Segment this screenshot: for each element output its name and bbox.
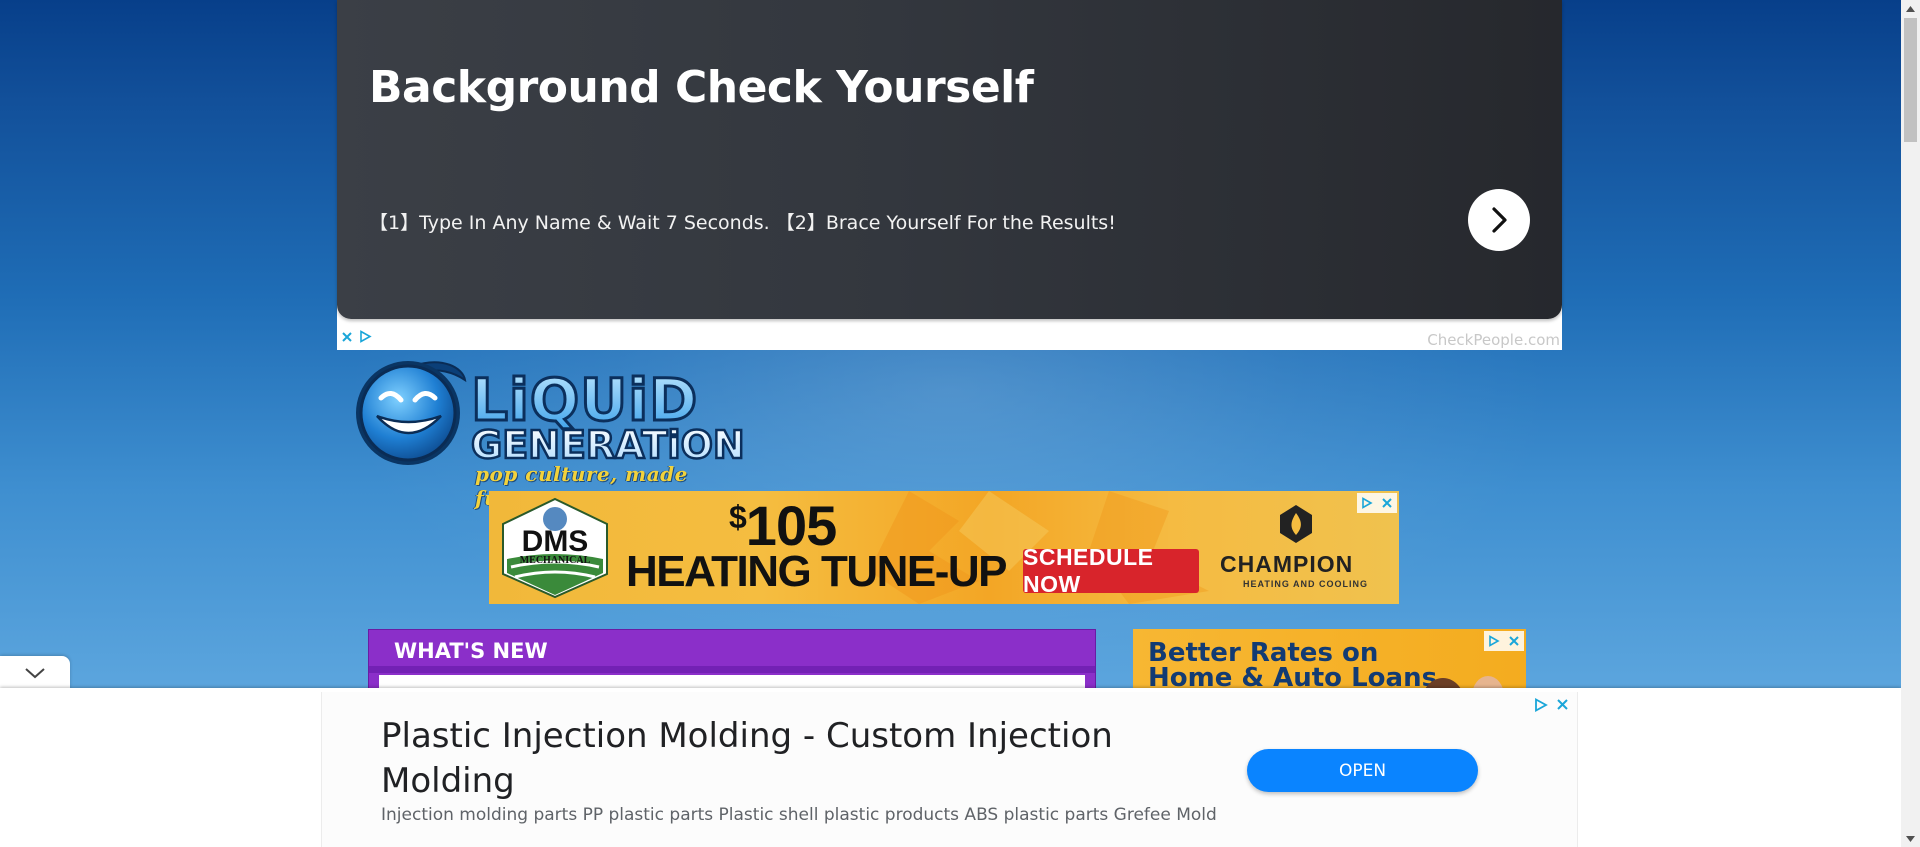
close-icon[interactable]	[341, 331, 353, 343]
adchoices-icon[interactable]	[1484, 631, 1504, 651]
price-symbol: $	[729, 499, 747, 535]
top-ad-arrow-button[interactable]	[1468, 189, 1530, 251]
anchor-collapse-button[interactable]	[0, 656, 70, 689]
scroll-down-arrow[interactable]	[1901, 830, 1920, 847]
mechanical-text: MECHANICAL	[520, 555, 591, 566]
top-ad-card[interactable]: Background Check Yourself 【1】Type In Any…	[337, 0, 1562, 319]
scroll-up-arrow[interactable]	[1901, 0, 1920, 17]
adchoices-icon[interactable]	[359, 330, 372, 343]
anchor-ad-description[interactable]: Injection molding parts PP plastic parts…	[381, 805, 1217, 825]
dms-text: DMS	[522, 525, 589, 558]
page-scrollbar[interactable]	[1901, 0, 1920, 847]
anchor-ad-adchoices[interactable]	[1534, 698, 1569, 712]
adchoices-icon[interactable]	[1534, 698, 1548, 712]
side-ad-text[interactable]: Better Rates on Home & Auto Loans	[1148, 640, 1437, 691]
anchor-ad-title[interactable]: Plastic Injection Molding - Custom Injec…	[381, 714, 1141, 804]
heating-banner-ad[interactable]: DMS MECHANICAL $105 HEATING TUNE-UP SCHE…	[489, 491, 1399, 604]
schedule-now-button[interactable]: SCHEDULE NOW	[1023, 544, 1199, 597]
chevron-down-icon	[25, 667, 45, 678]
champion-brand: CHAMPION	[1220, 551, 1354, 577]
chevron-right-icon	[1492, 207, 1507, 233]
triangle-down-icon	[1906, 835, 1915, 842]
whats-new-title: WHAT'S NEW	[394, 639, 548, 663]
close-icon[interactable]	[1556, 698, 1569, 711]
top-ad-adchoices[interactable]	[341, 330, 372, 343]
triangle-up-icon	[1906, 5, 1915, 12]
champion-subtitle: HEATING AND COOLING	[1243, 579, 1368, 589]
bottom-anchor-ad[interactable]: Plastic Injection Molding - Custom Injec…	[0, 688, 1901, 847]
banner-headline: HEATING TUNE-UP	[626, 547, 1008, 596]
open-button[interactable]: OPEN	[1247, 749, 1478, 792]
dms-mechanical-logo: DMS MECHANICAL	[497, 497, 613, 599]
logo-text-generation: GENERATiON	[471, 423, 745, 467]
anchor-ad-card[interactable]: Plastic Injection Molding - Custom Injec…	[321, 692, 1578, 847]
scroll-thumb[interactable]	[1904, 18, 1917, 142]
top-ad-text[interactable]: 【1】Type In Any Name & Wait 7 Seconds. 【2…	[369, 208, 1116, 235]
top-ad-title[interactable]: Background Check Yourself	[369, 62, 1034, 113]
top-ad-source[interactable]: CheckPeople.com	[1427, 331, 1560, 349]
banner-ad-corner[interactable]	[1357, 493, 1397, 513]
top-ad[interactable]: Background Check Yourself 【1】Type In Any…	[337, 0, 1562, 350]
side-ad-corner[interactable]	[1484, 631, 1524, 651]
close-icon[interactable]	[1377, 493, 1397, 513]
close-icon[interactable]	[1504, 631, 1524, 651]
adchoices-icon[interactable]	[1357, 493, 1377, 513]
whats-new-divider	[369, 666, 1095, 673]
site-logo[interactable]: LiQUiD GENERATiON pop culture, made funn…	[353, 358, 748, 510]
flame-icon	[1280, 505, 1312, 543]
